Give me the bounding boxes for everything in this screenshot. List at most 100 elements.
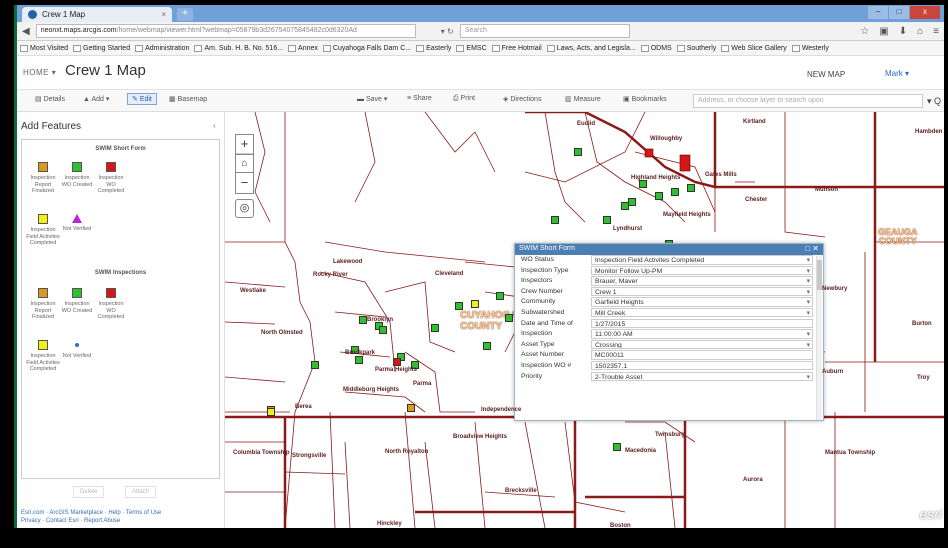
field-dropdown[interactable]: Crossing xyxy=(591,339,813,350)
download-icon[interactable]: ⬇ xyxy=(899,26,907,37)
field-input[interactable]: 1/27/2015 xyxy=(591,318,813,329)
details-button[interactable]: ▤ Details xyxy=(35,95,65,103)
inspection-marker[interactable] xyxy=(431,324,439,332)
feature-template-item[interactable]: Inspection Report Finalized xyxy=(26,162,60,195)
feature-template-item[interactable]: Inspection WO Created xyxy=(60,288,94,314)
back-arrow-icon[interactable]: ◀ xyxy=(22,26,30,37)
field-input[interactable]: MC00011 xyxy=(591,350,813,360)
field-dropdown[interactable]: 11:00:00 AM xyxy=(591,329,813,339)
feature-template-item[interactable]: Inspection WO Created xyxy=(60,162,94,188)
feature-template-item[interactable]: Inspection Report Finalized xyxy=(26,288,60,321)
inspection-marker[interactable] xyxy=(574,148,582,156)
edit-button[interactable]: ✎ Edit xyxy=(127,93,157,105)
bookmark-item[interactable]: Free Hotmail xyxy=(491,44,542,52)
browser-search-input[interactable]: Search xyxy=(459,24,630,38)
feature-template-item[interactable]: Not Verified xyxy=(60,214,94,233)
add-button[interactable]: ▲ Add ▾ xyxy=(83,95,109,103)
user-menu[interactable]: Mark ▾ xyxy=(885,69,909,78)
field-dropdown[interactable]: Garfield Heights xyxy=(591,297,813,307)
print-button[interactable]: ⎙ Print xyxy=(453,95,475,103)
inspection-marker[interactable] xyxy=(407,404,415,412)
collapse-panel-icon[interactable]: ‹ xyxy=(213,121,216,130)
measure-button[interactable]: ▥ Measure xyxy=(565,95,601,103)
home-menu[interactable]: HOME ▾ xyxy=(23,68,56,77)
feature-template-item[interactable]: Inspection WO Completed xyxy=(94,288,128,321)
inspection-marker[interactable] xyxy=(603,216,611,224)
inspection-marker[interactable] xyxy=(359,316,367,324)
tab-close-icon[interactable]: × xyxy=(161,10,166,19)
basemap-button[interactable]: ▦ Basemap xyxy=(169,95,207,103)
bookmark-item[interactable]: Am. Sub. H. B. No. 516... xyxy=(194,44,283,52)
inspection-marker[interactable] xyxy=(687,184,695,192)
search-icon[interactable]: ▾ Q xyxy=(927,96,941,107)
field-dropdown[interactable]: Mill Creek xyxy=(591,307,813,318)
zoom-out-button[interactable]: − xyxy=(236,174,253,193)
inspection-marker[interactable] xyxy=(379,326,387,334)
inspection-marker[interactable] xyxy=(471,300,479,308)
inspection-marker[interactable] xyxy=(613,443,621,451)
new-tab-button[interactable]: + xyxy=(177,8,193,21)
bookmark-item[interactable]: Easterly xyxy=(416,44,451,52)
inspection-marker[interactable] xyxy=(628,198,636,206)
inspection-marker[interactable] xyxy=(551,216,559,224)
feature-template-item[interactable]: Inspection WO Completed xyxy=(94,162,128,195)
bookmark-item[interactable]: Southerly xyxy=(676,44,716,52)
url-bar[interactable]: neonxt.maps.arcgis.com/home/webmap/viewe… xyxy=(35,24,416,38)
attach-button[interactable]: Attach xyxy=(125,486,157,498)
menu-icon[interactable]: ≡ xyxy=(933,26,939,37)
inspection-marker[interactable] xyxy=(267,408,275,416)
feature-template-item[interactable]: Inspection Field Activites Completed xyxy=(26,340,60,373)
browser-tab[interactable]: Crew 1 Map × xyxy=(22,7,172,22)
minimize-button[interactable]: – xyxy=(868,6,888,19)
popup-scrollbar[interactable] xyxy=(816,256,822,420)
map-view[interactable]: GEAUGA COUNTY CUYAHOGA COUNTY + − ⌂ ◎ es… xyxy=(225,112,944,528)
footer-line-2[interactable]: Privacy · Contact Esri · Report Abuse xyxy=(21,517,161,525)
address-search-input[interactable]: Address, or choose layer to search upon xyxy=(693,94,923,108)
new-map-link[interactable]: NEW MAP xyxy=(807,70,845,79)
field-dropdown[interactable]: Monitor Follow Up-PM xyxy=(591,265,813,276)
inspection-marker[interactable] xyxy=(483,342,491,350)
clipboard-icon[interactable]: ▣ xyxy=(879,26,888,37)
bookmark-item[interactable]: Westerly xyxy=(791,44,829,52)
bookmark-item[interactable]: Cuyahoga Falls Dam C... xyxy=(322,44,411,52)
popup-close-icon[interactable]: □ ✕ xyxy=(805,244,819,253)
bookmarks-button[interactable]: ▣ Bookmarks xyxy=(623,95,667,103)
bookmark-item[interactable]: Getting Started xyxy=(73,44,130,52)
bookmark-item[interactable]: EMSC xyxy=(456,44,487,52)
field-dropdown[interactable]: 2-Trouble Asset xyxy=(591,371,813,382)
home-icon[interactable]: ⌂ xyxy=(917,26,923,37)
share-button[interactable]: ≡ Share xyxy=(407,95,432,102)
field-dropdown[interactable]: Crew 1 xyxy=(591,286,813,297)
field-dropdown[interactable]: Inspection Field Activites Completed xyxy=(591,255,813,265)
footer-line-1[interactable]: Esri.com · ArcGIS Marketplace · Help · T… xyxy=(21,509,161,517)
bookmark-item[interactable]: ODMS xyxy=(640,44,672,52)
maximize-button[interactable]: □ xyxy=(889,6,909,19)
inspection-marker[interactable] xyxy=(496,292,504,300)
inspection-marker[interactable] xyxy=(671,188,679,196)
field-dropdown[interactable]: Brauer, Maver xyxy=(591,276,813,286)
inspection-marker[interactable] xyxy=(455,302,463,310)
inspection-marker[interactable] xyxy=(311,361,319,369)
bookmark-item[interactable]: Annex xyxy=(288,44,318,52)
delete-button[interactable]: Delete xyxy=(73,486,105,498)
inspection-marker[interactable] xyxy=(621,202,629,210)
bookmark-item[interactable]: Laws, Acts, and Legisla... xyxy=(546,44,636,52)
inspection-marker[interactable] xyxy=(655,192,663,200)
star-icon[interactable]: ☆ xyxy=(860,26,869,37)
inspection-marker[interactable] xyxy=(393,358,401,366)
close-window-button[interactable]: x xyxy=(910,6,940,19)
bookmark-item[interactable]: Administration xyxy=(135,44,189,52)
inspection-marker[interactable] xyxy=(355,356,363,364)
zoom-in-button[interactable]: + xyxy=(236,135,253,154)
directions-button[interactable]: ◈ Directions xyxy=(503,95,541,103)
feature-template-item[interactable]: Not Verified xyxy=(60,340,94,360)
inspection-marker[interactable] xyxy=(505,314,513,322)
field-input[interactable]: 1502357.1 xyxy=(591,360,813,371)
bookmark-item[interactable]: Web Slice Gallery xyxy=(721,44,787,52)
save-button[interactable]: ▬ Save ▾ xyxy=(357,95,387,103)
bookmark-item[interactable]: Most Visited xyxy=(20,44,68,52)
feature-template-item[interactable]: Inspection Field Activites Completed xyxy=(26,214,60,247)
reload-icon[interactable]: ▾ ↻ xyxy=(422,27,454,36)
locate-icon[interactable]: ◎ xyxy=(235,199,254,218)
home-extent-icon[interactable]: ⌂ xyxy=(235,154,254,173)
